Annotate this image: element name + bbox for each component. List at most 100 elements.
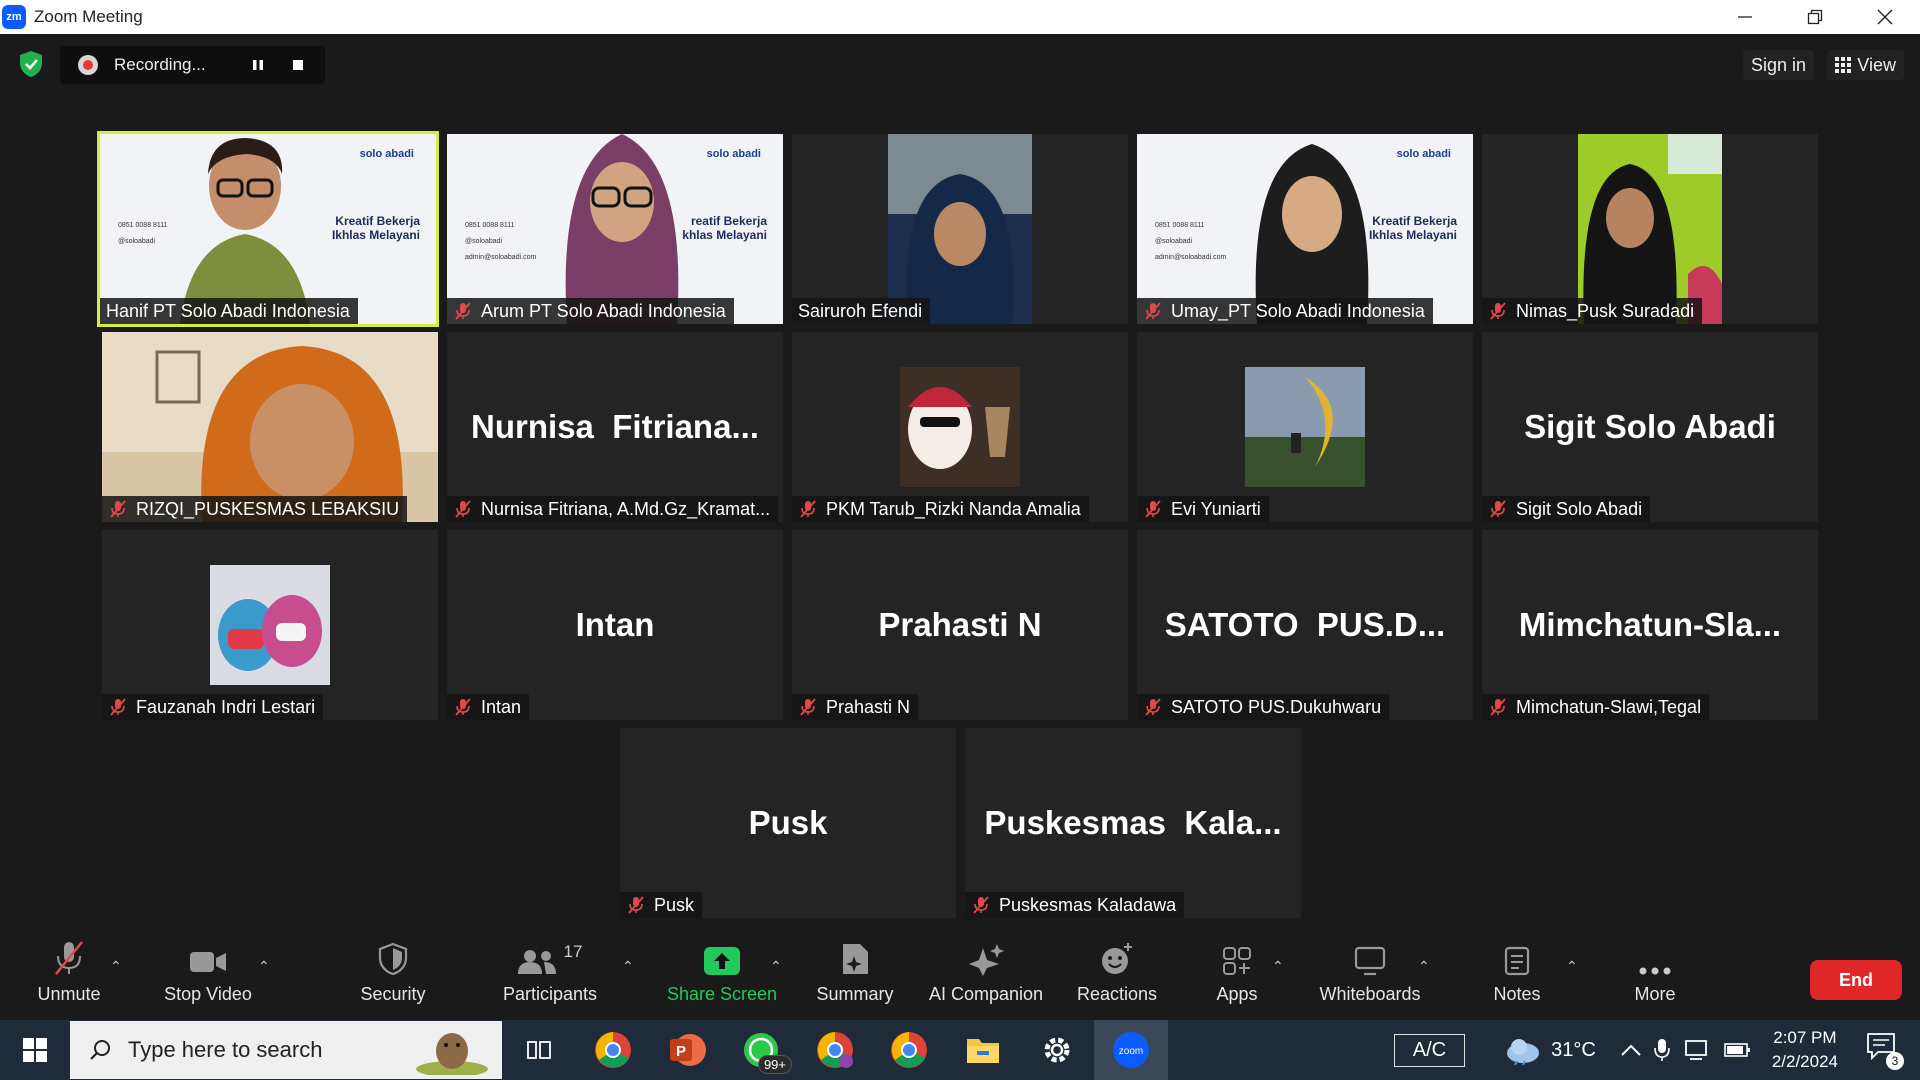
reactions-button[interactable]: Reactions: [1072, 930, 1162, 1020]
share-screen-button[interactable]: Share Screen: [664, 930, 780, 1020]
participant-tile[interactable]: Fauzanah Indri Lestari: [102, 530, 438, 720]
whiteboards-label: Whiteboards: [1319, 984, 1421, 1004]
svg-text:zoom: zoom: [1119, 1046, 1143, 1057]
security-shield-icon: [378, 942, 408, 976]
battery-icon[interactable]: [1724, 1041, 1752, 1059]
participant-tile[interactable]: solo abadi 0851 0088 8111 @soloabadi Kre…: [97, 131, 439, 327]
settings-gear-icon: [1044, 1037, 1070, 1063]
participant-display-name: Pusk: [748, 804, 828, 841]
security-button[interactable]: Security: [350, 930, 436, 1020]
participant-tile[interactable]: Prahasti N Prahasti N: [792, 530, 1128, 720]
participant-name-label: Prahasti N: [792, 694, 919, 720]
end-meeting-button[interactable]: End: [1810, 960, 1902, 1000]
temperature-label: 31°C: [1551, 1038, 1596, 1061]
muted-mic-icon: [973, 896, 989, 914]
view-label: View: [1857, 54, 1896, 75]
more-button[interactable]: More: [1630, 930, 1680, 1020]
muted-mic-icon: [455, 302, 471, 320]
minimize-button[interactable]: [1710, 0, 1780, 34]
task-view-icon: [527, 1041, 551, 1059]
participants-options-caret[interactable]: ⌃: [622, 958, 634, 975]
restore-button[interactable]: [1780, 0, 1850, 34]
weather-widget[interactable]: 31°C: [1505, 1035, 1596, 1065]
taskbar-clock[interactable]: 2:07 PM 2/2/2024: [1772, 1026, 1838, 1074]
notes-button[interactable]: Notes: [1490, 930, 1544, 1020]
taskbar-whatsapp[interactable]: 99+: [724, 1020, 798, 1080]
clock-time: 2:07 PM: [1773, 1028, 1837, 1047]
notification-center-button[interactable]: 3: [1866, 1032, 1904, 1070]
taskbar-file-explorer[interactable]: [946, 1020, 1020, 1080]
participant-tile[interactable]: Intan Intan: [447, 530, 783, 720]
summary-button[interactable]: Summary: [812, 930, 898, 1020]
participant-name-label: PKM Tarub_Rizki Nanda Amalia: [792, 496, 1089, 522]
taskbar-settings[interactable]: [1020, 1020, 1094, 1080]
participant-tile[interactable]: Mimchatun-Sla... Mimchatun-Slawi,Tegal: [1482, 530, 1818, 720]
ai-sparkle-icon: [969, 944, 1004, 976]
participant-tile[interactable]: Nurnisa Fitriana... Nurnisa Fitriana, A.…: [447, 332, 783, 522]
svg-text:P: P: [676, 1043, 686, 1060]
solo-abadi-logo: solo abadi: [359, 148, 414, 160]
participant-tile[interactable]: Sairuroh Efendi: [792, 134, 1128, 324]
participant-tile[interactable]: RIZQI_PUSKESMAS LEBAKSIU: [102, 332, 438, 522]
network-display-icon[interactable]: [1684, 1039, 1712, 1061]
pause-recording-button[interactable]: [244, 51, 272, 79]
participant-name-label: Umay_PT Solo Abadi Indonesia: [1137, 298, 1433, 324]
weather-cloud-icon: [1507, 1039, 1540, 1065]
muted-mic-icon: [628, 896, 644, 914]
taskbar-chrome-profile-3[interactable]: [872, 1020, 946, 1080]
whiteboard-icon: [1354, 946, 1386, 976]
participant-tile[interactable]: Evi Yuniarti: [1137, 332, 1473, 522]
participant-tile[interactable]: SATOTO PUS.D... SATOTO PUS.Dukuhwaru: [1137, 530, 1473, 720]
participant-tile[interactable]: Pusk Pusk: [620, 728, 956, 918]
share-screen-label: Share Screen: [666, 984, 778, 1004]
tray-overflow-chevron-icon[interactable]: [1620, 1042, 1642, 1058]
unmute-button[interactable]: Unmute: [28, 930, 110, 1020]
ai-companion-button[interactable]: AI Companion: [924, 930, 1048, 1020]
participant-tile[interactable]: solo abadi 0851 0088 8111 @soloabadi adm…: [447, 134, 783, 324]
participants-button[interactable]: 17 Participants: [498, 930, 602, 1020]
whatsapp-unread-badge: 99+: [757, 1055, 792, 1074]
taskbar-search-box[interactable]: Type here to search: [70, 1021, 502, 1079]
microphone-tray-icon[interactable]: [1654, 1038, 1670, 1062]
stop-icon: [293, 60, 303, 70]
participant-video: solo abadi 0851 0088 8111 @soloabadi Kre…: [100, 134, 436, 324]
apps-options-caret[interactable]: ⌃: [1272, 958, 1284, 975]
notes-options-caret[interactable]: ⌃: [1566, 958, 1578, 975]
taskbar-zoom[interactable]: zoom: [1094, 1020, 1168, 1080]
share-options-caret[interactable]: ⌃: [770, 958, 782, 975]
participant-tile[interactable]: Sigit Solo Abadi Sigit Solo Abadi: [1482, 332, 1818, 522]
apps-grid-icon: [1223, 947, 1251, 975]
close-icon: [1877, 9, 1893, 25]
participant-avatar: [900, 367, 1020, 487]
encryption-shield-icon[interactable]: [18, 50, 44, 78]
participant-tile[interactable]: Nimas_Pusk Suradadi: [1482, 134, 1818, 324]
participant-tile[interactable]: solo abadi 0851 0088 8111 @soloabadi adm…: [1137, 134, 1473, 324]
apps-button[interactable]: Apps: [1210, 930, 1264, 1020]
stop-video-button[interactable]: Stop Video: [158, 930, 258, 1020]
view-button[interactable]: View: [1827, 50, 1904, 80]
close-button[interactable]: [1850, 0, 1920, 34]
sign-in-button[interactable]: Sign in: [1742, 50, 1814, 80]
meeting-topbar: Recording... Sign in View: [0, 34, 1920, 94]
pause-icon: [253, 60, 263, 70]
ai-companion-label: AI Companion: [928, 984, 1044, 1004]
audio-options-caret[interactable]: ⌃: [110, 958, 122, 975]
stop-recording-button[interactable]: [284, 51, 312, 79]
participant-tile[interactable]: PKM Tarub_Rizki Nanda Amalia: [792, 332, 1128, 522]
start-button[interactable]: [0, 1020, 70, 1080]
slide-contacts: 0851 0088 8111 @soloabadi: [118, 222, 168, 245]
taskbar-chrome-profile-2[interactable]: [798, 1020, 872, 1080]
solo-abadi-logo: solo abadi: [706, 148, 761, 160]
whiteboards-options-caret[interactable]: ⌃: [1418, 958, 1430, 975]
participant-tile[interactable]: Puskesmas Kala... Puskesmas Kaladawa: [965, 728, 1301, 918]
ac-indicator[interactable]: A/C: [1393, 1033, 1466, 1067]
whiteboards-button[interactable]: Whiteboards: [1312, 930, 1428, 1020]
taskbar-chrome-profile-1[interactable]: [576, 1020, 650, 1080]
taskbar-powerpoint[interactable]: P: [650, 1020, 724, 1080]
participant-video: [888, 134, 1032, 324]
meeting-toolbar: Unmute ⌃ Stop Video ⌃ Security 17 Partic…: [0, 930, 1920, 1020]
windows-taskbar: Type here to search P 99+ zoom A/C 31°C: [0, 1020, 1920, 1080]
video-options-caret[interactable]: ⌃: [258, 958, 270, 975]
participant-display-name: Mimchatun-Sla...: [1518, 606, 1782, 643]
task-view-button[interactable]: [502, 1020, 576, 1080]
